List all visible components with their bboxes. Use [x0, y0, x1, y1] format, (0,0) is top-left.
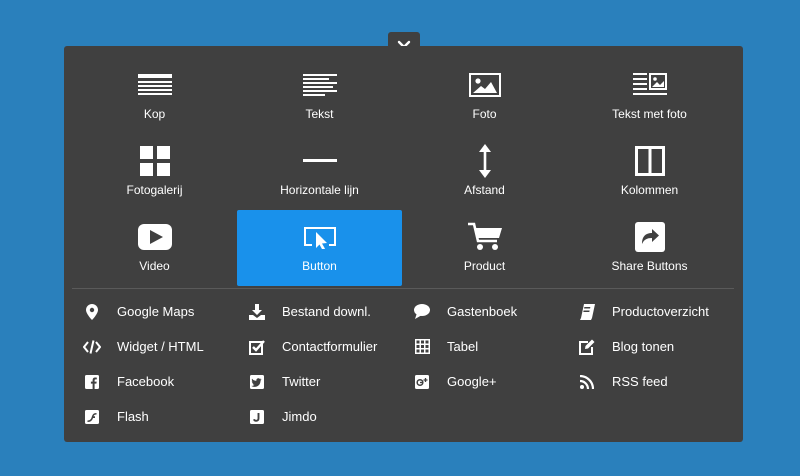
tile-kolommen[interactable]: Kolommen: [567, 134, 732, 210]
photo-icon: [402, 68, 567, 102]
cart-icon: [402, 220, 567, 254]
tile-button[interactable]: Button: [237, 210, 402, 286]
link-widget-html[interactable]: Widget / HTML: [82, 329, 247, 364]
google-plus-icon: [412, 374, 432, 390]
heading-icon: [72, 68, 237, 102]
twitter-icon: [247, 374, 267, 390]
link-contactformulier[interactable]: Contactformulier: [247, 329, 412, 364]
tile-foto[interactable]: Foto: [402, 58, 567, 134]
link-blog-tonen[interactable]: Blog tonen: [577, 329, 742, 364]
link-twitter[interactable]: Twitter: [247, 364, 412, 399]
jimdo-icon: [247, 409, 267, 425]
flash-icon: [82, 409, 102, 425]
tile-tekst-met-foto[interactable]: Tekst met foto: [567, 58, 732, 134]
link-tabel[interactable]: Tabel: [412, 329, 577, 364]
spacing-icon: [402, 144, 567, 178]
tile-label: Kolommen: [620, 183, 679, 197]
link-label: Flash: [117, 409, 149, 424]
share-icon: [567, 220, 732, 254]
link-jimdo[interactable]: Jimdo: [247, 399, 412, 434]
tile-label: Share Buttons: [611, 259, 688, 273]
horizontal-line-icon: [237, 144, 402, 178]
add-element-panel: Kop Tekst Foto Tekst met foto Fotogaleri: [64, 46, 743, 442]
link-label: Twitter: [282, 374, 321, 389]
video-icon: [72, 220, 237, 254]
tile-horizontale-lijn[interactable]: Horizontale lijn: [237, 134, 402, 210]
tile-share-buttons[interactable]: Share Buttons: [567, 210, 732, 286]
facebook-icon: [82, 374, 102, 390]
link-google-maps[interactable]: Google Maps: [82, 294, 247, 329]
code-icon: [82, 339, 102, 355]
link-label: Productoverzicht: [612, 304, 709, 319]
tile-label: Tekst: [305, 107, 334, 121]
link-label: Contactformulier: [282, 339, 378, 354]
text-icon: [237, 68, 402, 102]
catalog-icon: [577, 303, 597, 320]
link-label: Facebook: [117, 374, 175, 389]
tile-label: Fotogalerij: [126, 183, 183, 197]
text-with-photo-icon: [567, 68, 732, 102]
tile-label: Product: [463, 259, 506, 273]
tile-video[interactable]: Video: [72, 210, 237, 286]
map-pin-icon: [82, 303, 102, 320]
tile-label: Foto: [472, 107, 497, 121]
columns-icon: [567, 144, 732, 178]
link-facebook[interactable]: Facebook: [82, 364, 247, 399]
tile-tekst[interactable]: Tekst: [237, 58, 402, 134]
link-label: Bestand downl.: [282, 304, 371, 319]
link-productoverzicht[interactable]: Productoverzicht: [577, 294, 742, 329]
tile-kop[interactable]: Kop: [72, 58, 237, 134]
link-label: Widget / HTML: [117, 339, 204, 354]
link-rss-feed[interactable]: RSS feed: [577, 364, 742, 399]
link-flash[interactable]: Flash: [82, 399, 247, 434]
link-label: Google+: [447, 374, 497, 389]
speech-bubble-icon: [412, 304, 432, 320]
download-icon: [247, 303, 267, 320]
rss-icon: [577, 374, 597, 390]
link-gastenboek[interactable]: Gastenboek: [412, 294, 577, 329]
table-icon: [412, 339, 432, 355]
divider: [72, 288, 734, 289]
link-label: Jimdo: [282, 409, 317, 424]
element-tiles: Kop Tekst Foto Tekst met foto Fotogaleri: [72, 58, 736, 286]
tile-label: Button: [302, 259, 337, 273]
tile-product[interactable]: Product: [402, 210, 567, 286]
tile-fotogalerij[interactable]: Fotogalerij: [72, 134, 237, 210]
tile-label: Horizontale lijn: [280, 183, 359, 197]
tile-label: Video: [139, 259, 170, 273]
checkbox-icon: [247, 339, 267, 355]
tile-label: Tekst met foto: [612, 107, 687, 121]
link-label: Blog tonen: [612, 339, 675, 354]
gallery-icon: [72, 144, 237, 178]
link-label: Google Maps: [117, 304, 195, 319]
tile-label: Kop: [143, 107, 166, 121]
link-google-plus[interactable]: Google+: [412, 364, 577, 399]
edit-icon: [577, 339, 597, 355]
widget-list: Google Maps Bestand downl. Gastenboek Pr…: [82, 294, 742, 434]
button-icon: [237, 220, 402, 254]
tile-label: Afstand: [464, 183, 505, 197]
link-bestand-downl[interactable]: Bestand downl.: [247, 294, 412, 329]
link-label: RSS feed: [612, 374, 668, 389]
link-label: Tabel: [447, 339, 479, 354]
tile-afstand[interactable]: Afstand: [402, 134, 567, 210]
link-label: Gastenboek: [447, 304, 518, 319]
